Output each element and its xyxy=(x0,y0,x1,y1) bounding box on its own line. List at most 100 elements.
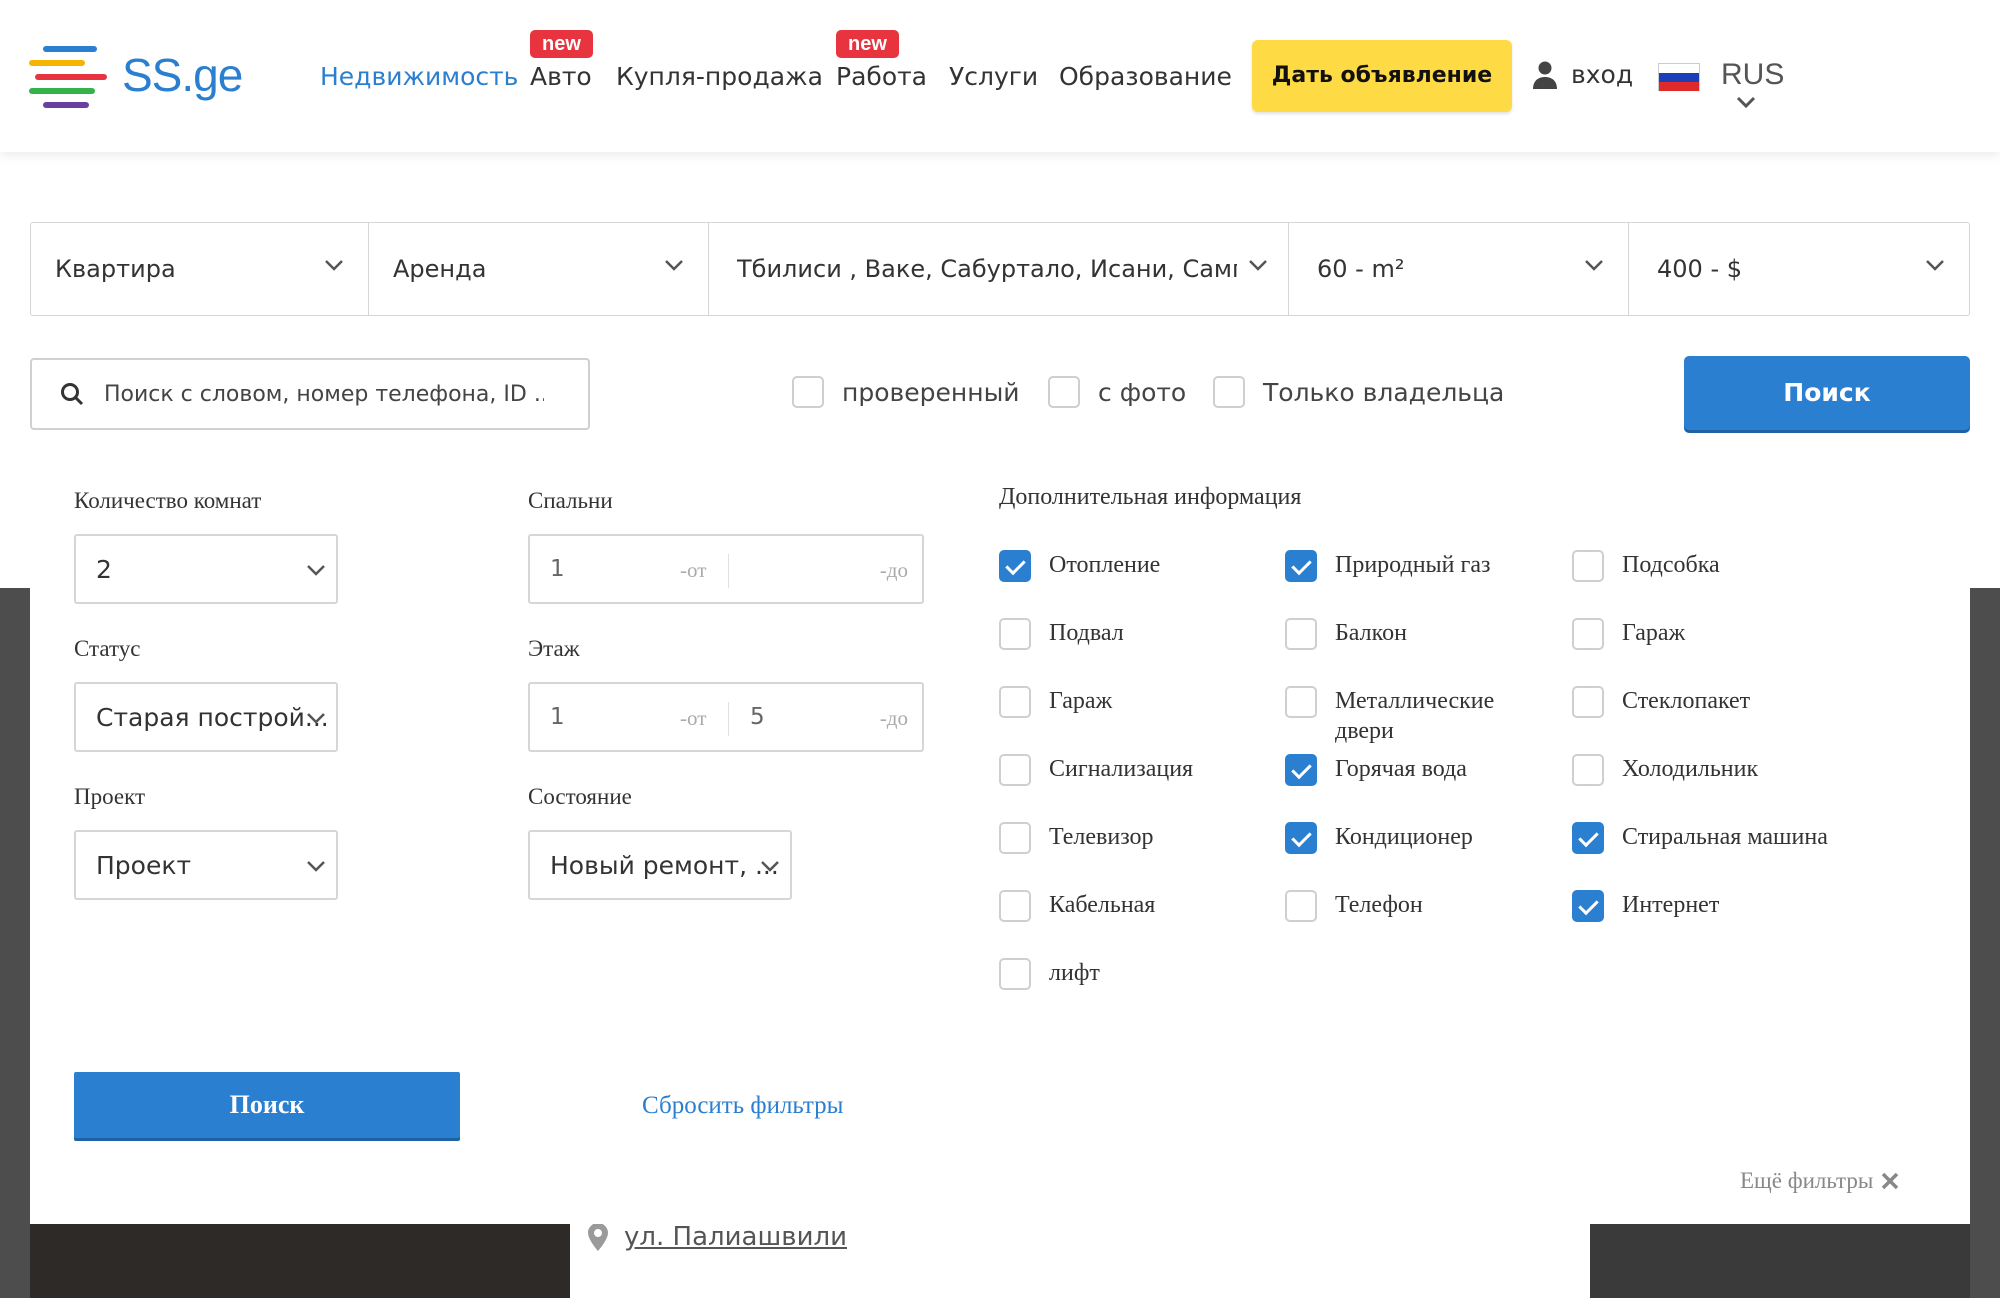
close-icon[interactable] xyxy=(1881,1172,1899,1190)
owner-only-option[interactable]: Только владельца xyxy=(1213,376,1504,408)
amenity-checkbox[interactable] xyxy=(1572,686,1604,718)
logo-text[interactable]: SS.ge xyxy=(122,48,243,102)
amenity-option[interactable]: Балкон xyxy=(1285,618,1555,650)
location-select[interactable]: Тбилиси , Ваке, Сабуртало, Исани, Самг..… xyxy=(709,223,1289,315)
amenity-checkbox[interactable] xyxy=(1285,822,1317,854)
area-select[interactable]: 60 - m² xyxy=(1289,223,1629,315)
project-select[interactable]: Проект xyxy=(74,830,338,900)
rooms-select[interactable]: 2 xyxy=(74,534,338,604)
amenity-checkbox[interactable] xyxy=(999,890,1031,922)
amenity-checkbox[interactable] xyxy=(1572,890,1604,922)
amenity-checkbox[interactable] xyxy=(1285,618,1317,650)
amenity-option[interactable]: Стиральная машина xyxy=(1572,822,1842,854)
property-type-select[interactable]: Квартира xyxy=(31,223,369,315)
amenity-label[interactable]: Телевизор xyxy=(1049,822,1269,852)
amenity-label[interactable]: Отопление xyxy=(1049,550,1269,580)
amenity-label[interactable]: Природный газ xyxy=(1335,550,1555,580)
verified-checkbox[interactable] xyxy=(792,376,824,408)
post-ad-button[interactable]: Дать объявление xyxy=(1252,40,1512,112)
listing-address[interactable]: ул. Палиашвили xyxy=(588,1222,847,1252)
amenity-option[interactable]: Природный газ xyxy=(1285,550,1555,582)
price-select[interactable]: 400 - $ xyxy=(1629,223,1969,315)
amenity-label[interactable]: Кондиционер xyxy=(1335,822,1555,852)
amenity-checkbox[interactable] xyxy=(1285,890,1317,922)
amenity-option[interactable]: Стеклопакет xyxy=(1572,686,1842,718)
floor-range[interactable]: 1 -от 5 -до xyxy=(528,682,924,752)
with-photo-label[interactable]: с фото xyxy=(1098,378,1186,407)
keyword-search[interactable] xyxy=(30,358,590,430)
amenity-checkbox[interactable] xyxy=(999,754,1031,786)
search-button[interactable]: Поиск xyxy=(1684,356,1970,430)
amenity-label[interactable]: Стеклопакет xyxy=(1622,686,1842,716)
login-label[interactable]: вход xyxy=(1571,60,1633,89)
listing-address-text[interactable]: ул. Палиашвили xyxy=(624,1222,847,1252)
nav-real-estate[interactable]: Недвижимость xyxy=(320,62,518,91)
amenity-option[interactable]: Кабельная xyxy=(999,890,1269,922)
with-photo-checkbox[interactable] xyxy=(1048,376,1080,408)
amenity-label[interactable]: Гараж xyxy=(1049,686,1269,716)
language-selector[interactable]: RUS xyxy=(1721,58,1784,92)
amenity-label[interactable]: Сигнализация xyxy=(1049,754,1269,784)
amenity-option[interactable]: лифт xyxy=(999,958,1269,990)
nav-services[interactable]: Услуги xyxy=(949,62,1038,91)
owner-only-label[interactable]: Только владельца xyxy=(1263,378,1504,407)
amenity-option[interactable]: Подвал xyxy=(999,618,1269,650)
amenity-label[interactable]: Кабельная xyxy=(1049,890,1269,920)
amenity-checkbox[interactable] xyxy=(999,822,1031,854)
amenity-option[interactable]: Горячая вода xyxy=(1285,754,1555,786)
chevron-down-icon[interactable] xyxy=(1736,96,1756,110)
amenity-option[interactable]: Сигнализация xyxy=(999,754,1269,786)
with-photo-option[interactable]: с фото xyxy=(1048,376,1186,408)
amenity-option[interactable]: Телевизор xyxy=(999,822,1269,854)
amenity-label[interactable]: Балкон xyxy=(1335,618,1555,648)
bedrooms-range[interactable]: 1 -от -до xyxy=(528,534,924,604)
amenity-label[interactable]: Гараж xyxy=(1622,618,1842,648)
amenity-checkbox[interactable] xyxy=(999,550,1031,582)
amenity-label[interactable]: Телефон xyxy=(1335,890,1555,920)
amenity-label[interactable]: Стиральная машина xyxy=(1622,822,1842,852)
reset-filters-link[interactable]: Сбросить фильтры xyxy=(642,1092,843,1120)
nav-education[interactable]: Образование xyxy=(1059,62,1232,91)
search-button-bottom[interactable]: Поиск xyxy=(74,1072,460,1138)
condition-select[interactable]: Новый ремонт, ... xyxy=(528,830,792,900)
logo-icon[interactable] xyxy=(29,44,107,108)
floor-from-input[interactable]: 1 xyxy=(550,704,565,730)
status-select[interactable]: Старая построй... xyxy=(74,682,338,752)
amenity-checkbox[interactable] xyxy=(1572,550,1604,582)
more-filters-toggle[interactable]: Ещё фильтры xyxy=(1740,1168,1899,1194)
amenity-option[interactable]: Интернет xyxy=(1572,890,1842,922)
listing-photo-secondary[interactable] xyxy=(1590,1222,1970,1298)
amenity-option[interactable]: Кондиционер xyxy=(1285,822,1555,854)
verified-option[interactable]: проверенный xyxy=(792,376,1020,408)
amenity-checkbox[interactable] xyxy=(1572,754,1604,786)
amenity-checkbox[interactable] xyxy=(1572,822,1604,854)
amenity-checkbox[interactable] xyxy=(1285,686,1317,718)
deal-type-select[interactable]: Аренда xyxy=(369,223,709,315)
bedrooms-from-input[interactable]: 1 xyxy=(550,556,565,582)
amenity-label[interactable]: Подвал xyxy=(1049,618,1269,648)
amenity-label[interactable]: Металлические двери xyxy=(1335,686,1555,746)
amenity-checkbox[interactable] xyxy=(999,618,1031,650)
russian-flag-icon[interactable] xyxy=(1658,63,1700,91)
amenity-option[interactable]: Гараж xyxy=(999,686,1269,718)
floor-to-input[interactable]: 5 xyxy=(750,704,765,730)
login-link[interactable]: вход xyxy=(1533,60,1633,89)
owner-only-checkbox[interactable] xyxy=(1213,376,1245,408)
amenity-checkbox[interactable] xyxy=(999,686,1031,718)
amenity-checkbox[interactable] xyxy=(1572,618,1604,650)
listing-photo[interactable] xyxy=(30,1222,570,1298)
amenity-option[interactable]: Холодильник xyxy=(1572,754,1842,786)
amenity-label[interactable]: лифт xyxy=(1049,958,1269,988)
more-filters-label[interactable]: Ещё фильтры xyxy=(1740,1168,1873,1194)
amenity-option[interactable]: Телефон xyxy=(1285,890,1555,922)
nav-buy-sell[interactable]: Купля-продажа xyxy=(616,62,823,91)
amenity-checkbox[interactable] xyxy=(1285,754,1317,786)
amenity-label[interactable]: Холодильник xyxy=(1622,754,1842,784)
nav-auto[interactable]: Авто xyxy=(530,62,592,91)
amenity-label[interactable]: Горячая вода xyxy=(1335,754,1555,784)
amenity-checkbox[interactable] xyxy=(1285,550,1317,582)
amenity-label[interactable]: Интернет xyxy=(1622,890,1842,920)
amenity-option[interactable]: Отопление xyxy=(999,550,1269,582)
search-input[interactable] xyxy=(104,381,544,407)
amenity-option[interactable]: Металлические двери xyxy=(1285,686,1555,746)
